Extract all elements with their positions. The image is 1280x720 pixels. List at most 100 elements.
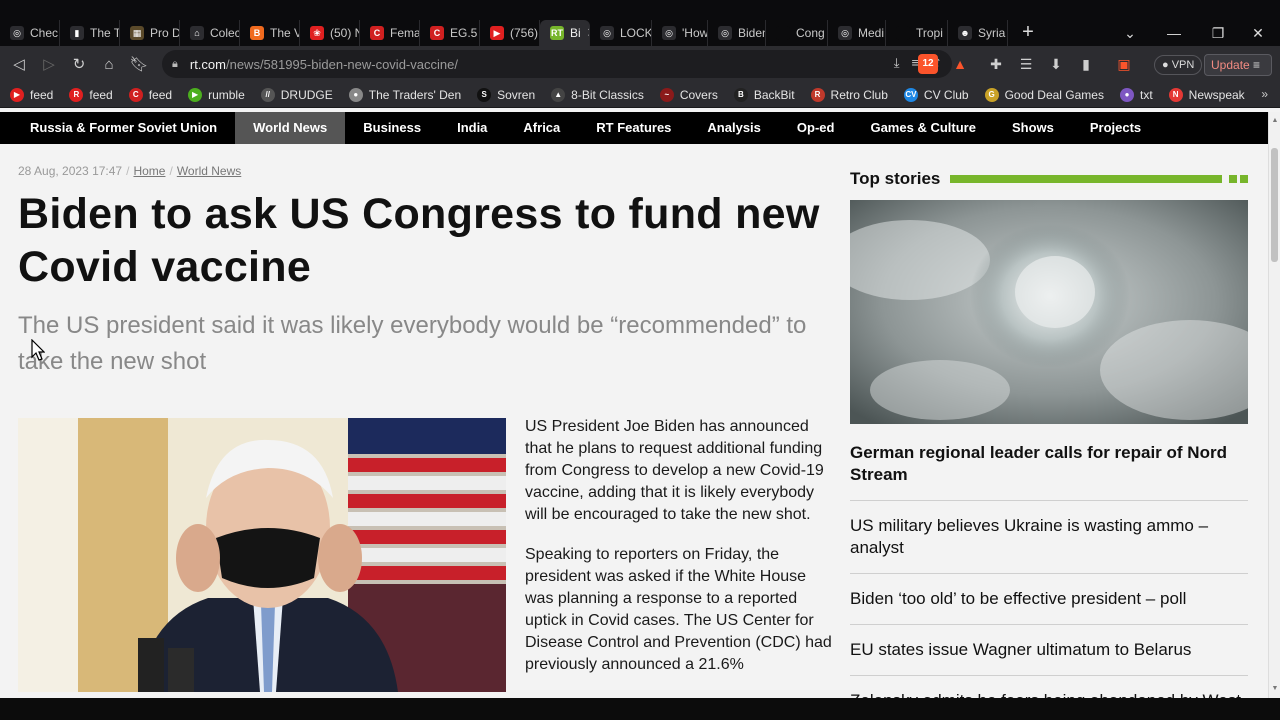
bookmark-item[interactable]: R Retro Club	[810, 87, 888, 102]
bookmark-item[interactable]: N Newspeak	[1168, 87, 1245, 102]
browser-tab[interactable]: ▮ The T	[60, 20, 120, 46]
tab-label: LOCK	[620, 26, 652, 40]
bookmark-item[interactable]: Cfeed	[128, 87, 172, 102]
bookmarks-overflow-icon[interactable]: »	[1261, 87, 1268, 101]
downloads-icon[interactable]: ⬇	[1046, 54, 1066, 74]
address-bar[interactable]: 🔒︎ rt.com/news/581995-biden-new-covid-va…	[162, 50, 952, 78]
wallet-icon[interactable]: ▣	[1114, 54, 1134, 74]
playlist-icon[interactable]: ☰	[1016, 54, 1036, 74]
forward-icon[interactable]: ▷	[34, 49, 64, 79]
bookmark-favicon-icon: CV	[903, 87, 918, 102]
install-icon[interactable]: ⤓	[894, 55, 900, 71]
extensions-icon[interactable]: ✚	[986, 54, 1006, 74]
nav-item[interactable]: India	[439, 112, 505, 144]
browser-tab[interactable]: ▦ Pro D	[120, 20, 180, 46]
minimize-icon[interactable]: —	[1152, 20, 1196, 46]
tab-label: Syria	[978, 26, 1006, 40]
top-stories-list: US military believes Ukraine is wasting …	[850, 500, 1248, 698]
scroll-up-icon[interactable]: ▲	[1270, 116, 1280, 126]
browser-tab[interactable]: ▶ (756)	[480, 20, 540, 46]
taskbar	[0, 698, 1280, 720]
browser-tab[interactable]: ◎ 'How	[652, 20, 708, 46]
nav-item[interactable]: Africa	[505, 112, 578, 144]
top-story-lead[interactable]: German regional leader calls for repair …	[850, 442, 1248, 486]
bookmark-item[interactable]: Rfeed	[69, 87, 113, 102]
browser-tab[interactable]: Tropi	[886, 20, 948, 46]
nav-item[interactable]: Russia & Former Soviet Union	[12, 112, 235, 144]
browser-tab[interactable]: B The V	[240, 20, 300, 46]
bookmark-item[interactable]: ▶ rumble	[188, 87, 245, 102]
update-label: Update	[1211, 58, 1250, 72]
url-host: rt.com	[189, 56, 226, 72]
tab-label: Chec	[30, 26, 59, 40]
article-title: Biden to ask US Congress to fund new Cov…	[18, 190, 820, 291]
top-story-image[interactable]	[850, 200, 1248, 424]
site-nav: Russia & Former Soviet Union World News Bu…	[0, 112, 1268, 144]
nav-item[interactable]: Projects	[1072, 112, 1159, 144]
page-scrollbar[interactable]: ▲ ▼	[1268, 112, 1280, 698]
top-story-item[interactable]: EU states issue Wagner ultimatum to Bela…	[850, 624, 1248, 675]
tab-label: Medi	[858, 26, 885, 40]
bookmark-item[interactable]: G Good Deal Games	[984, 87, 1104, 102]
reload-icon[interactable]: ↻	[64, 49, 94, 79]
update-button[interactable]: Update ≡	[1204, 54, 1272, 76]
accent-bar	[950, 175, 1222, 183]
top-stories-header: Top stories	[850, 168, 1248, 190]
article-paragraph: Speaking to reporters on Friday, the pre…	[525, 546, 832, 673]
browser-tab[interactable]: Cong	[766, 20, 828, 46]
brave-shields-icon[interactable]: 12	[918, 54, 938, 74]
bookmark-item[interactable]: B BackBit	[733, 87, 795, 102]
browser-tab[interactable]: C EG.5	[420, 20, 480, 46]
bookmark-item[interactable]: ▲ 8-Bit Classics	[551, 87, 644, 102]
browser-tab[interactable]: ☻ Syria	[948, 20, 1008, 46]
nav-item[interactable]: Analysis	[689, 112, 778, 144]
scroll-thumb[interactable]	[1271, 148, 1278, 262]
new-tab-button[interactable]: +	[1008, 20, 1048, 46]
browser-tab[interactable]: ◎ Medi	[828, 20, 886, 46]
nav-item[interactable]: World News	[235, 112, 346, 144]
browser-tab[interactable]: ◎ Chec	[0, 20, 60, 46]
bookmark-label: 8-Bit Classics	[571, 87, 644, 102]
browser-tab[interactable]: C Fema	[360, 20, 420, 46]
restore-icon[interactable]: ❐	[1196, 20, 1240, 46]
nav-item[interactable]: Op-ed	[779, 112, 853, 144]
rewards-icon[interactable]: ▲	[950, 54, 970, 74]
browser-tab[interactable]: ❀ (50) N	[300, 20, 360, 46]
bookmark-item[interactable]: // DRUDGE	[260, 87, 333, 102]
article-summary: The US president said it was likely ever…	[18, 312, 807, 375]
menu-icon: ≡	[1253, 58, 1261, 72]
nav-item[interactable]: RT Features	[578, 112, 689, 144]
close-window-icon[interactable]: ✕	[1236, 20, 1280, 46]
nav-item[interactable]: Games & Culture	[852, 112, 993, 144]
browser-tab[interactable]: ⌂ Colec	[180, 20, 240, 46]
vpn-button[interactable]: ● VPN	[1154, 55, 1203, 75]
tab-search-icon[interactable]: ⌄	[1108, 20, 1152, 46]
bookmark-item[interactable]: ▶ feed	[10, 87, 53, 102]
browser-tab[interactable]: RTBi✕	[540, 20, 590, 46]
top-stories-title: Top stories	[850, 169, 941, 188]
browser-tab[interactable]: ◎ LOCK	[590, 20, 652, 46]
scroll-down-icon[interactable]: ▼	[1270, 684, 1280, 694]
bookmark-icon[interactable]: 🔖︎	[124, 49, 154, 79]
c-icon: C	[430, 26, 444, 40]
breadcrumb-home[interactable]: Home	[133, 164, 165, 178]
top-story-item[interactable]: Zelensky admits he fears being abandoned…	[850, 675, 1248, 698]
top-story-item[interactable]: Biden ‘too old’ to be effective presiden…	[850, 573, 1248, 624]
globe-icon: ◎	[600, 26, 614, 40]
bank-icon: ⌂	[190, 26, 204, 40]
sidebar-toggle-icon[interactable]: ▮	[1076, 54, 1096, 74]
globe-icon: ◎	[10, 26, 24, 40]
bookmark-favicon-icon: ~	[659, 87, 674, 102]
bookmark-item[interactable]: S Sovren	[477, 87, 535, 102]
bookmark-item[interactable]: ● The Traders' Den	[348, 87, 461, 102]
browser-tab[interactable]: ◎ Biden	[708, 20, 766, 46]
bookmark-item[interactable]: ~ Covers	[659, 87, 718, 102]
home-icon[interactable]: ⌂	[94, 49, 124, 79]
top-story-item[interactable]: US military believes Ukraine is wasting …	[850, 500, 1248, 573]
nav-item[interactable]: Business	[345, 112, 439, 144]
breadcrumb-section[interactable]: World News	[177, 164, 241, 178]
bookmark-item[interactable]: ● txt	[1119, 87, 1153, 102]
bookmark-item[interactable]: CV CV Club	[903, 87, 969, 102]
back-icon[interactable]: ◁	[4, 49, 34, 79]
nav-item[interactable]: Shows	[994, 112, 1072, 144]
